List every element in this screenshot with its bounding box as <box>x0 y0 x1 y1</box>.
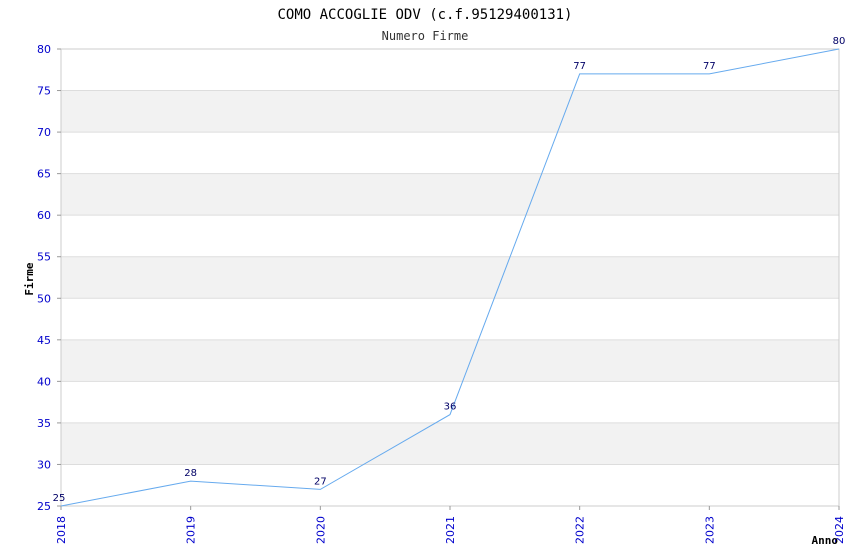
grid-band <box>61 298 839 340</box>
grid-bands <box>61 49 839 506</box>
grid-band <box>61 215 839 257</box>
y-tick-label: 35 <box>37 417 51 430</box>
y-tick-label: 80 <box>37 43 51 56</box>
data-label: 28 <box>184 468 197 479</box>
grid-band <box>61 90 839 133</box>
chart-title: COMO ACCOGLIE ODV (c.f.95129400131) <box>277 7 572 23</box>
x-tick-label: 2019 <box>185 516 198 544</box>
data-label: 27 <box>314 476 327 487</box>
grid-band <box>61 173 839 216</box>
grid-band <box>61 49 839 91</box>
y-tick-label: 45 <box>37 334 51 347</box>
data-label: 77 <box>703 61 716 72</box>
line-chart: 25 30 35 40 45 50 55 60 65 70 75 80 2018 2019 2020 202… <box>23 7 846 547</box>
grid-band <box>61 132 839 174</box>
data-label: 77 <box>573 61 586 72</box>
x-tick-label: 2018 <box>55 516 68 544</box>
data-label: 36 <box>444 402 457 413</box>
x-tick-label: 2020 <box>314 516 327 544</box>
y-tick-label: 40 <box>37 375 51 388</box>
y-axis-label: Firme <box>23 262 36 295</box>
x-axis-label: Anno <box>812 534 839 547</box>
grid-band <box>61 422 839 465</box>
x-tick-label: 2022 <box>574 516 587 544</box>
y-tick-label: 50 <box>37 292 51 305</box>
grid-band <box>61 256 839 299</box>
chart-subtitle: Numero Firme <box>382 29 469 43</box>
data-label: 25 <box>53 493 66 504</box>
y-tick-label: 70 <box>37 126 51 139</box>
x-tick-label: 2021 <box>444 516 457 544</box>
y-tick-label: 60 <box>37 209 51 222</box>
x-tick-label: 2023 <box>703 516 716 544</box>
y-tick-label: 55 <box>37 251 51 264</box>
y-tick-label: 65 <box>37 168 51 181</box>
y-tick-label: 75 <box>37 85 51 98</box>
grid-band <box>61 464 839 506</box>
y-tick-label: 25 <box>37 500 51 513</box>
x-axis-ticks: 2018 2019 2020 2021 2022 2023 2024 <box>55 506 846 544</box>
y-tick-label: 30 <box>37 458 51 471</box>
grid-band <box>61 339 839 382</box>
data-label: 80 <box>833 36 846 47</box>
y-axis-ticks: 25 30 35 40 45 50 55 60 65 70 75 80 <box>37 43 61 513</box>
